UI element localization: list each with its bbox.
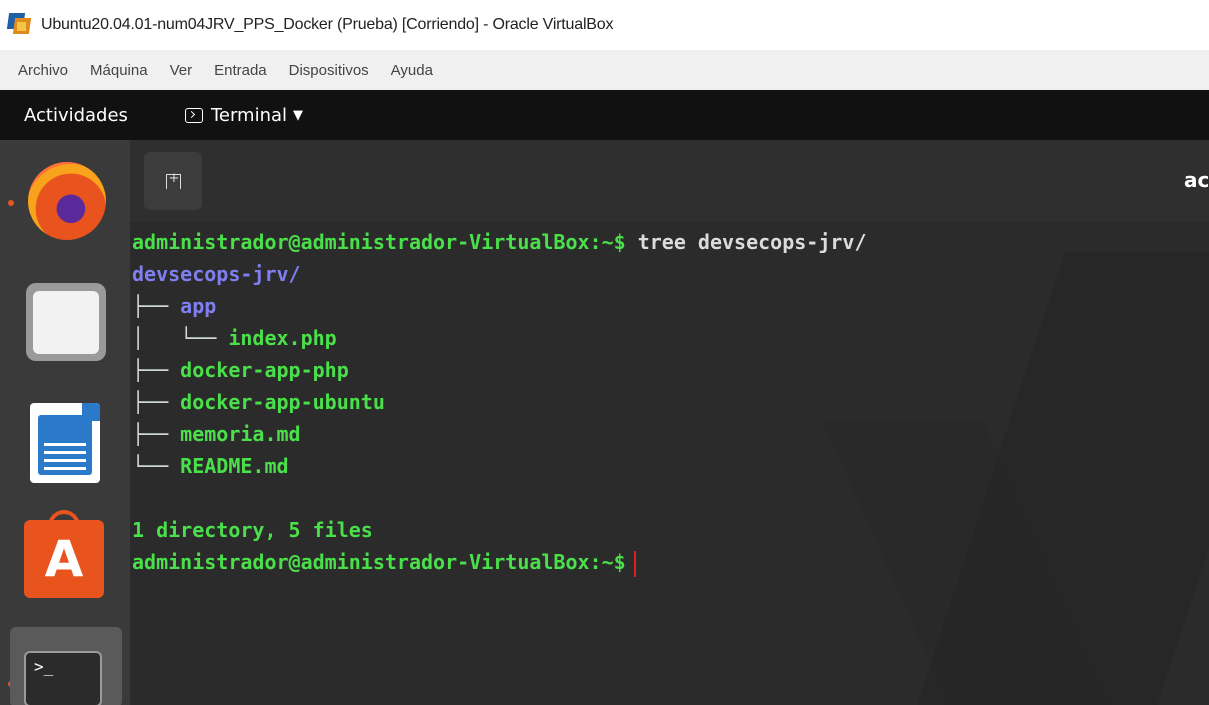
- ubuntu-topbar: Actividades Terminal ▼: [0, 90, 1209, 140]
- app-menu-terminal[interactable]: Terminal ▼: [184, 104, 304, 126]
- ubuntu-software-icon[interactable]: A: [24, 520, 104, 598]
- menu-ver[interactable]: Ver: [170, 62, 193, 79]
- menu-entrada[interactable]: Entrada: [214, 62, 267, 79]
- terminal-dock-item[interactable]: >_: [10, 627, 122, 705]
- menubar: Archivo Máquina Ver Entrada Dispositivos…: [0, 50, 1209, 90]
- running-indicator: [8, 200, 14, 206]
- tree-entry: ├── app: [132, 294, 217, 318]
- tree-entry: └── README.md: [132, 454, 289, 478]
- tree-root: devsecops-jrv/: [132, 262, 301, 286]
- menu-archivo[interactable]: Archivo: [18, 62, 68, 79]
- tree-entry: ├── docker-app-ubuntu: [132, 390, 385, 414]
- files-icon[interactable]: [26, 283, 106, 361]
- menu-ayuda[interactable]: Ayuda: [391, 62, 433, 79]
- terminal-icon: >_: [24, 651, 102, 705]
- command: tree devsecops-jrv/: [625, 230, 867, 254]
- ubuntu-dock: A >_: [0, 140, 130, 705]
- tree-summary: 1 directory, 5 files: [132, 518, 373, 542]
- terminal-header-title: ac: [1184, 168, 1209, 192]
- menu-maquina[interactable]: Máquina: [90, 62, 148, 79]
- terminal-window[interactable]: ac administrador@administrador-VirtualBo…: [130, 140, 1209, 705]
- virtualbox-icon: [6, 13, 32, 37]
- terminal-headerbar: ac: [130, 140, 1209, 222]
- tree-entry: ├── memoria.md: [132, 422, 301, 446]
- text-cursor: [633, 550, 636, 577]
- terminal-small-icon: [184, 107, 203, 123]
- window-title: Ubuntu20.04.01-num04JRV_PPS_Docker (Prue…: [41, 16, 614, 33]
- prompt: administrador@administrador-VirtualBox:~…: [132, 550, 626, 574]
- menu-dispositivos[interactable]: Dispositivos: [289, 62, 369, 79]
- terminal-line-prompt: administrador@administrador-VirtualBox:~…: [132, 546, 636, 578]
- libreoffice-writer-icon[interactable]: [30, 403, 100, 483]
- tree-entry: ├── docker-app-php: [132, 358, 349, 382]
- tree-entry: │ └── index.php: [132, 326, 337, 350]
- firefox-icon[interactable]: [28, 162, 106, 240]
- chevron-down-icon: ▼: [293, 107, 304, 123]
- new-tab-icon: [165, 171, 181, 189]
- activities-button[interactable]: Actividades: [24, 105, 128, 126]
- app-menu-label: Terminal: [210, 104, 288, 126]
- terminal-line-command: administrador@administrador-VirtualBox:~…: [132, 226, 867, 258]
- terminal-output[interactable]: administrador@administrador-VirtualBox:~…: [130, 222, 1209, 705]
- prompt: administrador@administrador-VirtualBox:~…: [132, 230, 626, 254]
- new-tab-button[interactable]: [144, 152, 202, 210]
- window-titlebar: Ubuntu20.04.01-num04JRV_PPS_Docker (Prue…: [0, 0, 1209, 50]
